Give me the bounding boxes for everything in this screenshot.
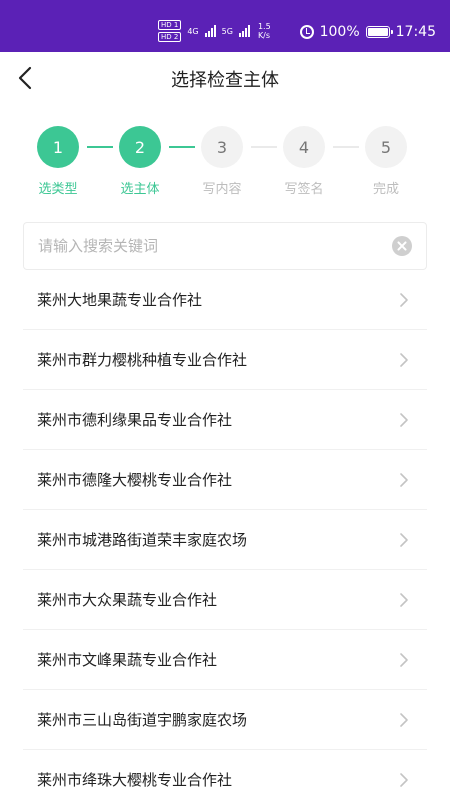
list-item[interactable]: 莱州市绛珠大樱桃专业合作社	[23, 750, 427, 800]
battery-icon	[365, 26, 393, 38]
list-item[interactable]: 莱州市城港路街道荣丰家庭农场	[23, 510, 427, 570]
alarm-icon	[299, 25, 314, 39]
chevron-right-icon	[400, 713, 408, 727]
step-1-circle: 1	[37, 126, 79, 168]
list-item-label: 莱州大地果蔬专业合作社	[37, 291, 203, 309]
network-speed: 1.5 K/s	[258, 22, 271, 40]
speed-value: 1.5	[257, 22, 271, 31]
chevron-right-icon	[400, 413, 408, 427]
clear-icon[interactable]	[392, 236, 412, 256]
clock-time: 17:45	[395, 24, 436, 40]
search-box	[23, 222, 427, 270]
list-item[interactable]: 莱州市群力樱桃种植专业合作社	[23, 330, 427, 390]
hd2-badge: HD 2	[158, 32, 182, 42]
list-item-label: 莱州市城港路街道荣丰家庭农场	[37, 531, 248, 549]
status-right: 100% 17:45	[299, 24, 436, 40]
step-3: 3 写内容	[182, 126, 262, 197]
step-4-circle: 4	[283, 126, 325, 168]
step-5-label: 完成	[372, 182, 399, 197]
status-bar: HD 1 HD 2 4G 5G 1.5 K/s 100% 17:45	[0, 0, 450, 52]
list-item-label: 莱州市三山岛街道宇鹏家庭农场	[37, 711, 248, 729]
net1-label: 4G	[187, 26, 199, 36]
net2-label: 5G	[221, 26, 233, 36]
step-4-label: 写签名	[284, 182, 324, 197]
step-3-label: 写内容	[202, 182, 242, 197]
list-item[interactable]: 莱州市文峰果蔬专业合作社	[23, 630, 427, 690]
chevron-right-icon	[400, 653, 408, 667]
signal-icon	[204, 25, 216, 37]
list-item-label: 莱州市绛珠大樱桃专业合作社	[37, 771, 233, 789]
chevron-right-icon	[400, 473, 408, 487]
list-item-label: 莱州市文峰果蔬专业合作社	[37, 651, 218, 669]
hd1-badge: HD 1	[158, 20, 182, 30]
step-2-circle: 2	[119, 126, 161, 168]
step-2: 2 选主体	[100, 126, 180, 197]
list-item[interactable]: 莱州大地果蔬专业合作社	[23, 270, 427, 330]
step-3-circle: 3	[201, 126, 243, 168]
step-1-label: 选类型	[38, 182, 78, 197]
list-item[interactable]: 莱州市大众果蔬专业合作社	[23, 570, 427, 630]
step-4: 4 写签名	[264, 126, 344, 197]
list-item-label: 莱州市德利缘果品专业合作社	[37, 411, 233, 429]
chevron-right-icon	[400, 773, 408, 787]
chevron-right-icon	[400, 533, 408, 547]
chevron-right-icon	[400, 593, 408, 607]
app-header: 选择检查主体	[0, 52, 450, 104]
list-item-label: 莱州市大众果蔬专业合作社	[37, 591, 218, 609]
progress-stepper: 1 选类型 2 选主体 3 写内容 4 写签名 5 完成	[0, 126, 450, 206]
step-5-circle: 5	[365, 126, 407, 168]
network-indicators: HD 1 HD 2 4G 5G 1.5 K/s	[158, 20, 271, 42]
list-item-label: 莱州市德隆大樱桃专业合作社	[37, 471, 233, 489]
page-title: 选择检查主体	[171, 70, 279, 91]
battery-percent: 100%	[319, 24, 360, 40]
list-item[interactable]: 莱州市德隆大樱桃专业合作社	[23, 450, 427, 510]
list-item[interactable]: 莱州市德利缘果品专业合作社	[23, 390, 427, 450]
list-item[interactable]: 莱州市三山岛街道宇鹏家庭农场	[23, 690, 427, 750]
chevron-right-icon	[400, 353, 408, 367]
search-input[interactable]	[38, 223, 378, 269]
step-1: 1 选类型	[18, 126, 98, 197]
speed-unit: K/s	[257, 31, 271, 40]
chevron-right-icon	[400, 293, 408, 307]
step-2-label: 选主体	[120, 182, 160, 197]
list-item-label: 莱州市群力樱桃种植专业合作社	[37, 351, 248, 369]
entity-list: 莱州大地果蔬专业合作社 莱州市群力樱桃种植专业合作社 莱州市德利缘果品专业合作社…	[23, 270, 427, 800]
signal-icon-2	[238, 25, 250, 37]
step-5: 5 完成	[346, 126, 426, 197]
